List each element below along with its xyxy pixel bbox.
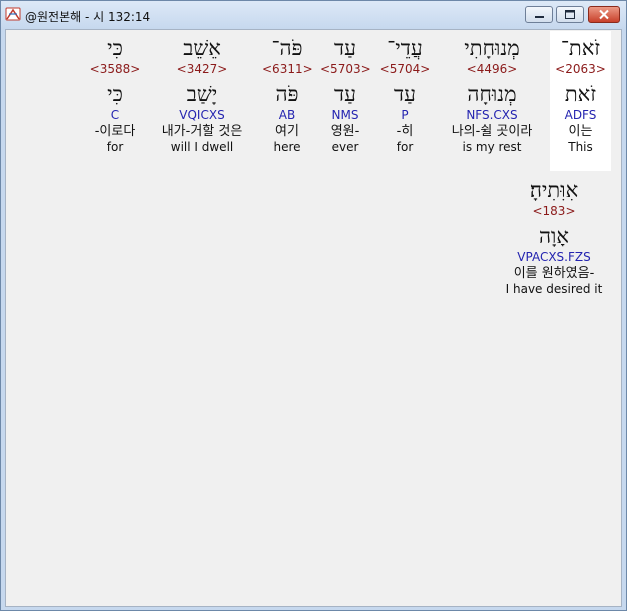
english-gloss: will I dwell	[170, 140, 234, 154]
close-button[interactable]	[588, 6, 620, 23]
hebrew-lemma: עַד	[334, 82, 356, 106]
word-block-4[interactable]: עַד <5703> עַד NMS 영원- ever	[320, 31, 371, 171]
maximize-button[interactable]	[556, 6, 584, 23]
korean-gloss: 내가-거할 것은	[161, 124, 243, 139]
parsing-code: VPACXS.FZS	[517, 250, 591, 264]
hebrew-word: עֲדֵי־	[387, 36, 423, 60]
strong-number[interactable]: <5703>	[320, 61, 371, 77]
parsing-code: NFS.CXS	[466, 108, 518, 122]
strong-number[interactable]: <4496>	[438, 61, 546, 77]
parsing-code: P	[401, 108, 409, 122]
hebrew-word: פֹּה־	[271, 36, 303, 60]
korean-gloss: 영원-	[330, 124, 360, 139]
word-block-6[interactable]: אֵשֵׁב <3427> יָשַׁב VQICXS 내가-거할 것은 wil…	[150, 31, 254, 171]
hebrew-lemma: פֹּה	[275, 82, 299, 106]
strong-number[interactable]: <2063>	[550, 61, 611, 77]
english-gloss: for	[106, 140, 124, 154]
hebrew-word: מְנוּחָתִי	[464, 36, 520, 60]
strong-number[interactable]: <6311>	[262, 61, 313, 77]
strong-number[interactable]: <3588>	[84, 61, 146, 77]
english-gloss: ever	[331, 140, 359, 154]
strong-number[interactable]: <3427>	[150, 61, 254, 77]
english-gloss: here	[273, 140, 301, 154]
bible-app-icon	[5, 6, 21, 22]
hebrew-lemma: מְנוּחָה	[467, 82, 517, 106]
interlinear-view: זֹאת־ <2063> זֹאת ADFS 이는 This מְנוּחָתִ…	[5, 29, 622, 607]
hebrew-word: זֹאת־	[560, 36, 601, 60]
english-gloss: This	[568, 140, 593, 154]
hebrew-word: אִוִּתִיהָ׃	[529, 178, 579, 202]
word-block-5[interactable]: פֹּה־ <6311> פֹּה AB 여기 here	[262, 31, 313, 171]
hebrew-word: כִּי	[107, 36, 123, 60]
hebrew-word: עַד	[334, 36, 356, 60]
hebrew-lemma: זֹאת	[564, 82, 597, 106]
parsing-code: AB	[278, 108, 296, 122]
hebrew-lemma: עַד	[394, 82, 416, 106]
word-block-3[interactable]: עֲדֵי־ <5704> עַד P -히 for	[378, 31, 432, 171]
maximize-icon	[565, 10, 575, 19]
title-bar[interactable]: @원전본해 - 시 132:14	[1, 1, 626, 29]
strong-number[interactable]: <183>	[496, 203, 612, 219]
korean-gloss: 나의-쉴 곳이라	[451, 124, 533, 139]
hebrew-lemma: אָוָה	[538, 224, 570, 248]
english-gloss: is my rest	[462, 140, 522, 154]
minimize-icon	[535, 16, 544, 18]
english-gloss: I have desired it	[505, 282, 603, 296]
strong-number[interactable]: <5704>	[378, 61, 432, 77]
korean-gloss: 여기	[275, 124, 299, 139]
word-block-1[interactable]: זֹאת־ <2063> זֹאת ADFS 이는 This	[550, 31, 611, 171]
parsing-code: VQICXS	[179, 108, 225, 122]
english-gloss: for	[396, 140, 414, 154]
close-icon	[599, 9, 609, 20]
window-title: @원전본해 - 시 132:14	[25, 10, 151, 24]
hebrew-lemma: כִּי	[107, 82, 123, 106]
parsing-code: NMS	[331, 108, 359, 122]
parsing-code: C	[110, 108, 120, 122]
korean-gloss: 이는	[568, 124, 593, 139]
hebrew-word: אֵשֵׁב	[183, 36, 221, 60]
word-block-7[interactable]: כִּי <3588> כִּי C -이로다 for	[84, 31, 146, 171]
korean-gloss: -히	[396, 124, 414, 139]
app-window: @원전본해 - 시 132:14 זֹאת־ <2063> זֹאת ADFS …	[0, 0, 627, 611]
word-block-2[interactable]: מְנוּחָתִי <4496> מְנוּחָה NFS.CXS 나의-쉴 …	[438, 31, 546, 171]
parsing-code: ADFS	[564, 108, 597, 122]
hebrew-lemma: יָשַׁב	[186, 82, 218, 106]
word-block-8[interactable]: אִוִּתִיהָ׃ <183> אָוָה VPACXS.FZS 이를 원하…	[496, 173, 612, 313]
korean-gloss: 이를 원하였음-	[513, 266, 595, 281]
minimize-button[interactable]	[525, 6, 553, 23]
korean-gloss: -이로다	[94, 124, 136, 139]
